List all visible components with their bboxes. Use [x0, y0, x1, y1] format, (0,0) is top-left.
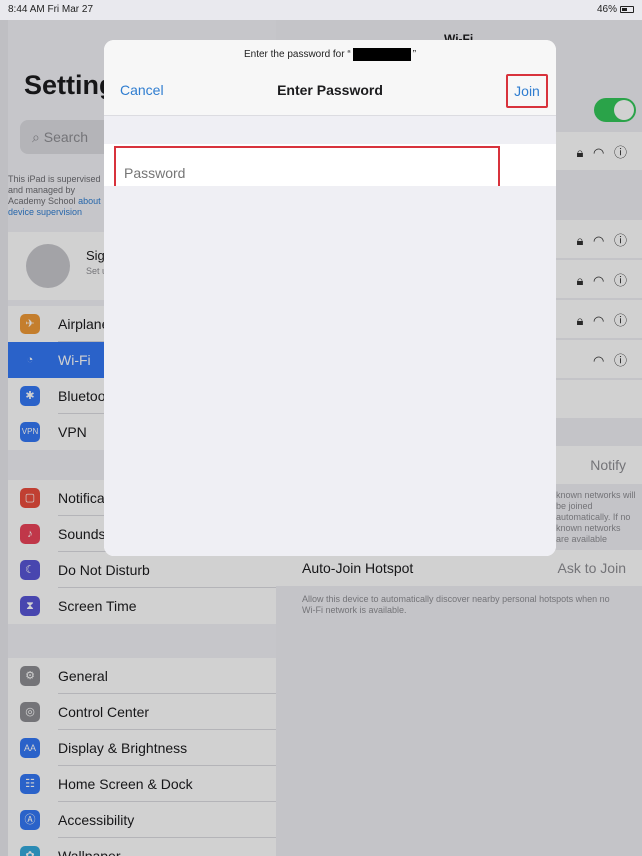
status-bar: 8:44 AM Fri Mar 27 46%: [0, 0, 642, 20]
prompt-suffix: ”: [412, 49, 417, 61]
enter-password-dialog: Enter the password for “ ” Enter Password…: [104, 40, 556, 556]
status-time: 8:44 AM Fri Mar 27: [8, 4, 94, 15]
battery-icon: [620, 6, 634, 13]
join-button[interactable]: Join: [506, 74, 548, 108]
dialog-header: Enter the password for “ ” Enter Password…: [104, 40, 556, 116]
prompt-prefix: Enter the password for “: [243, 49, 351, 61]
password-field[interactable]: [114, 146, 500, 188]
dialog-spacer: [104, 116, 556, 144]
password-prompt: Enter the password for “ ”: [104, 48, 556, 61]
password-row: [104, 144, 556, 188]
dialog-body: [104, 186, 556, 556]
dialog-title: Enter Password: [277, 82, 383, 98]
redacted-network-name: [352, 48, 411, 61]
battery-indicator: 46%: [597, 4, 634, 15]
cancel-button[interactable]: Cancel: [120, 82, 164, 98]
battery-percent: 46%: [596, 4, 617, 15]
